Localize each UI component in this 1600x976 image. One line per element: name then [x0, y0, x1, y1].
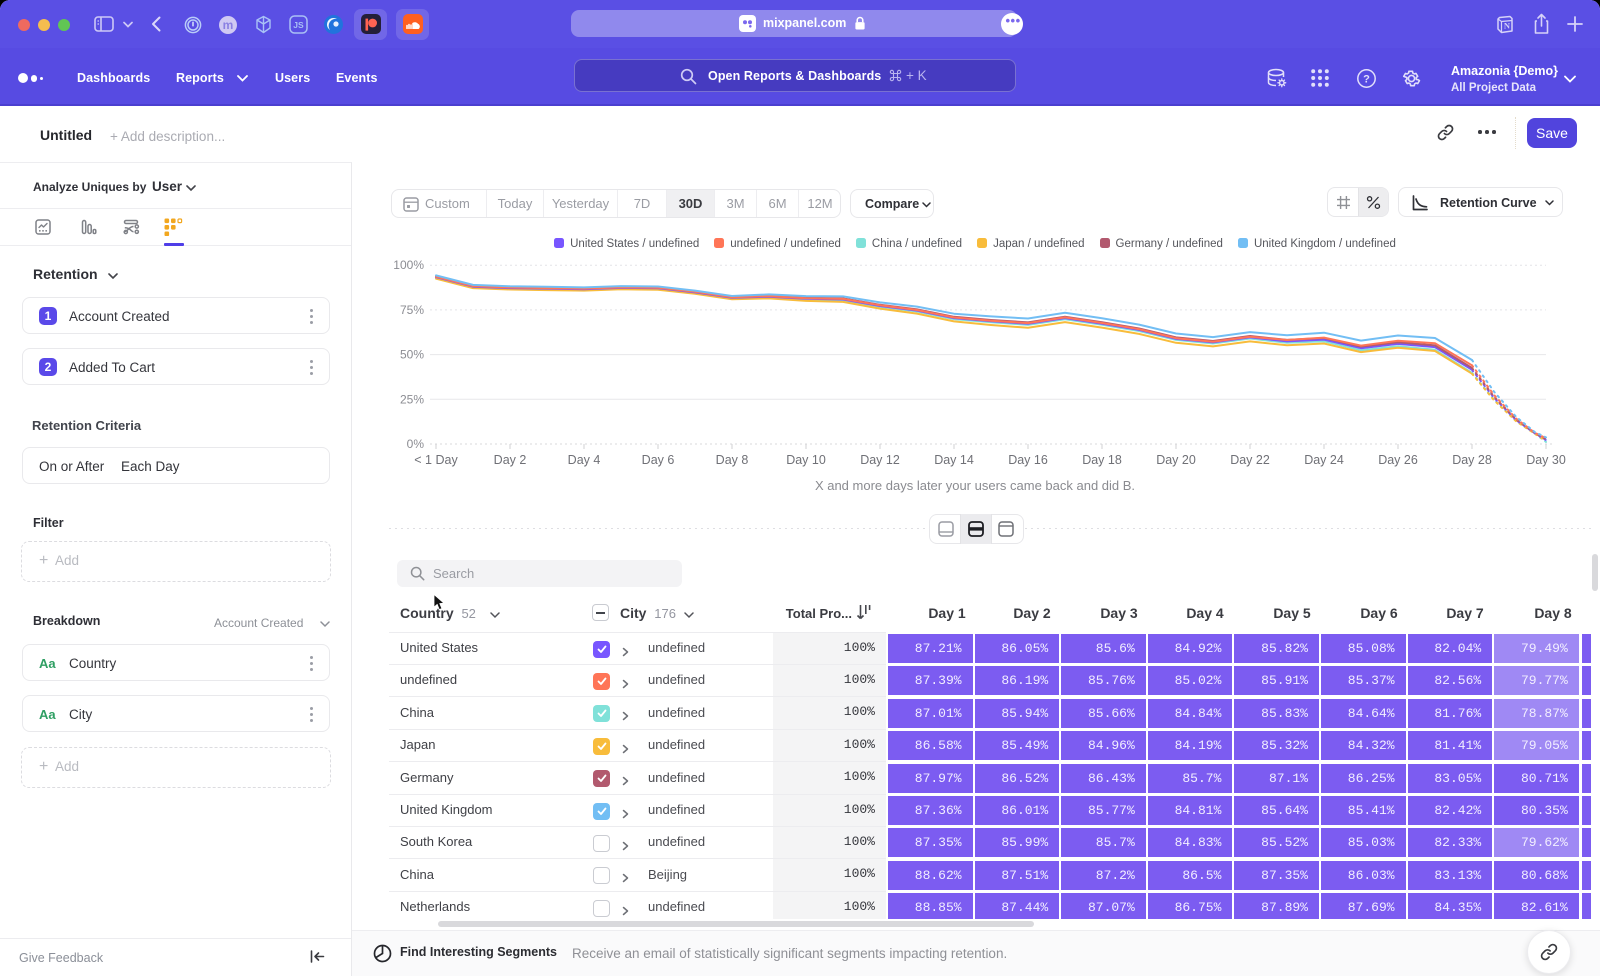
svg-text:100%: 100%: [393, 258, 424, 272]
svg-text:Day 8: Day 8: [716, 453, 749, 467]
svg-text:Day 2: Day 2: [494, 453, 527, 467]
svg-text:Day 12: Day 12: [860, 453, 900, 467]
svg-text:Day 18: Day 18: [1082, 453, 1122, 467]
svg-text:Day 16: Day 16: [1008, 453, 1048, 467]
svg-text:Day 26: Day 26: [1378, 453, 1418, 467]
svg-text:Day 20: Day 20: [1156, 453, 1196, 467]
svg-text:50%: 50%: [400, 348, 424, 362]
svg-text:Day 6: Day 6: [642, 453, 675, 467]
svg-text:< 1 Day: < 1 Day: [414, 453, 458, 467]
svg-text:75%: 75%: [400, 303, 424, 317]
svg-text:Day 4: Day 4: [568, 453, 601, 467]
svg-text:Day 22: Day 22: [1230, 453, 1270, 467]
svg-text:Day 28: Day 28: [1452, 453, 1492, 467]
svg-text:0%: 0%: [407, 437, 425, 451]
svg-text:25%: 25%: [400, 392, 424, 406]
svg-text:Day 10: Day 10: [786, 453, 826, 467]
svg-text:Day 14: Day 14: [934, 453, 974, 467]
svg-text:Day 30: Day 30: [1526, 453, 1566, 467]
svg-text:Day 24: Day 24: [1304, 453, 1344, 467]
